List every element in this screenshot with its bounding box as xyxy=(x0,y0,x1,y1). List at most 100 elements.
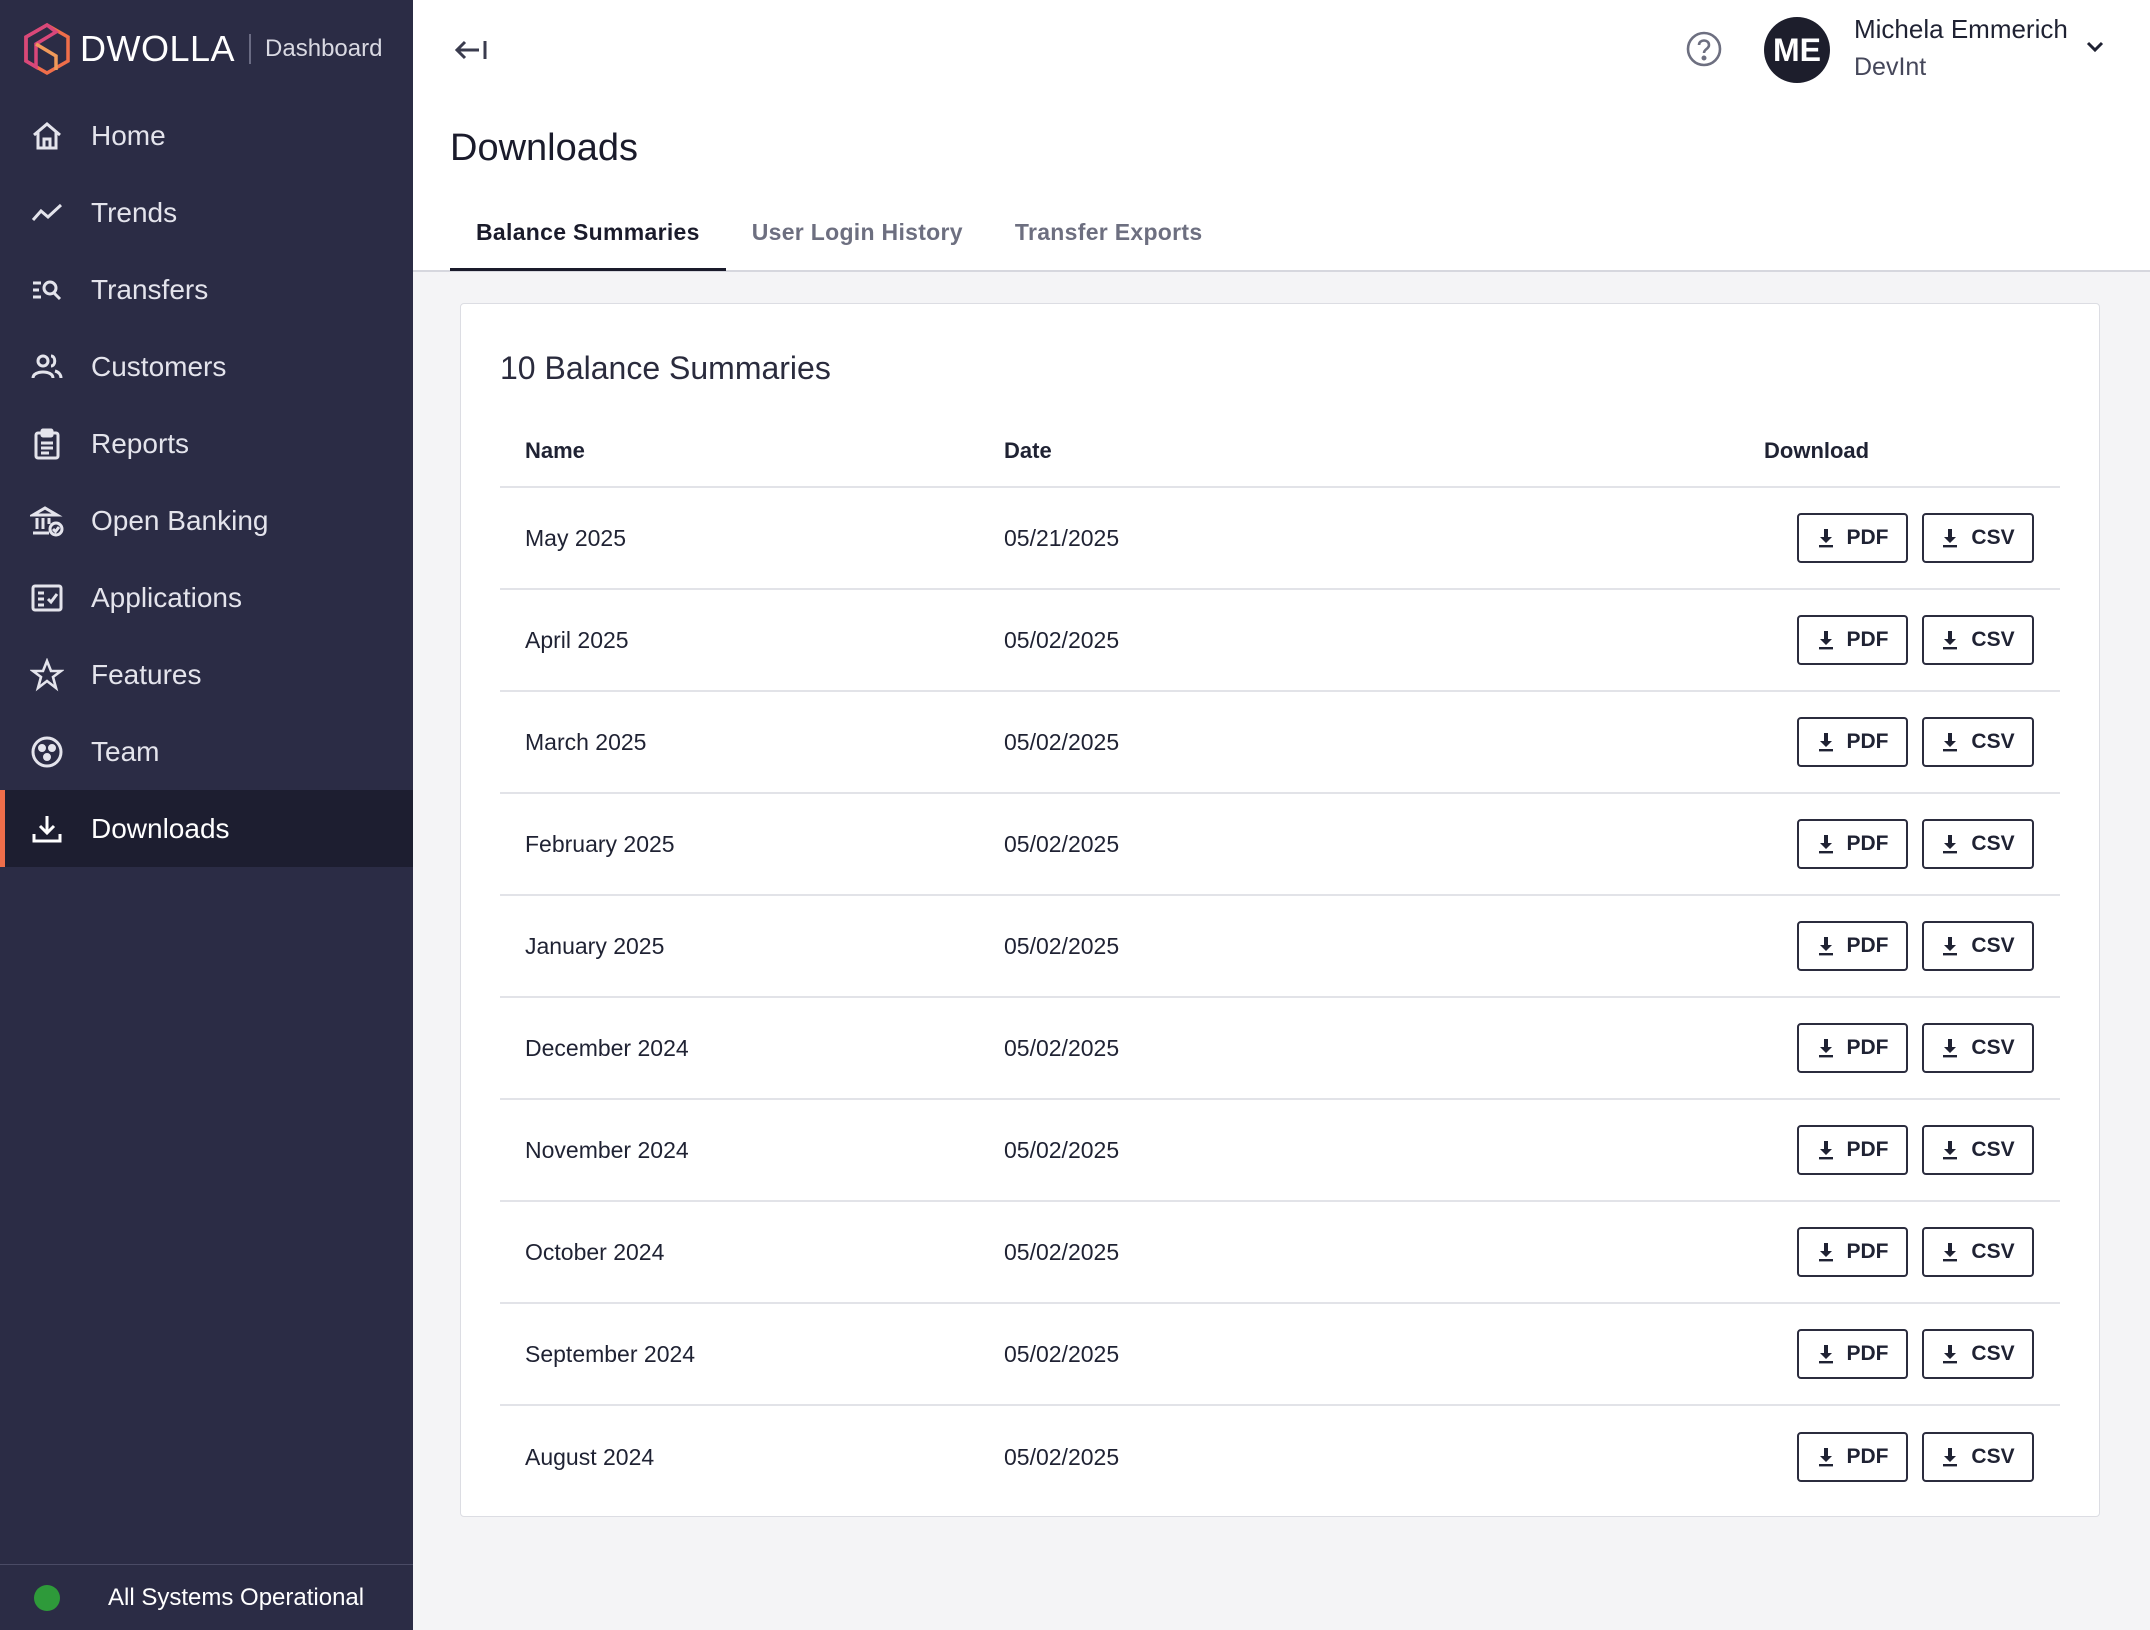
download-pdf-button[interactable]: PDF xyxy=(1797,717,1908,767)
download-csv-button[interactable]: CSV xyxy=(1922,1329,2034,1379)
download-csv-button[interactable]: CSV xyxy=(1922,819,2034,869)
download-csv-button[interactable]: CSV xyxy=(1922,1023,2034,1073)
download-pdf-button[interactable]: PDF xyxy=(1797,921,1908,971)
download-icon xyxy=(1817,936,1847,956)
brand-name: DWOLLA xyxy=(80,28,236,69)
row-date: 05/02/2025 xyxy=(1004,830,1120,857)
pdf-label: PDF xyxy=(1846,1036,1889,1059)
row-download-actions: PDF CSV xyxy=(1764,1023,2060,1073)
sidebar-item-trends[interactable]: Trends xyxy=(0,174,413,251)
download-csv-button[interactable]: CSV xyxy=(1922,1125,2034,1175)
row-name: April 2025 xyxy=(525,626,629,653)
download-pdf-button[interactable]: PDF xyxy=(1797,1023,1908,1073)
pdf-label: PDF xyxy=(1846,832,1889,855)
system-status[interactable]: All Systems Operational xyxy=(0,1564,413,1630)
user-organization[interactable]: DevInt xyxy=(1854,53,1926,82)
row-name: December 2024 xyxy=(525,1034,689,1061)
table-row: May 2025 05/21/2025 PDF CSV xyxy=(500,488,2060,590)
row-download-actions: PDF CSV xyxy=(1764,921,2060,971)
download-pdf-button[interactable]: PDF xyxy=(1797,1432,1908,1482)
download-csv-button[interactable]: CSV xyxy=(1922,921,2034,971)
download-icon xyxy=(1941,528,1971,548)
sidebar-item-label: Home xyxy=(91,119,166,151)
csv-label: CSV xyxy=(1971,1240,2015,1263)
trend-line-icon xyxy=(28,194,66,232)
row-download-actions: PDF CSV xyxy=(1764,1329,2060,1379)
sidebar-item-applications[interactable]: Applications xyxy=(0,559,413,636)
card-title: 10 Balance Summaries xyxy=(500,350,831,386)
column-header-download: Download xyxy=(1764,438,1870,463)
sidebar-item-downloads[interactable]: Downloads xyxy=(0,790,413,867)
page-header: ME Michela Emmerich DevInt Downloads Bal… xyxy=(413,0,2150,272)
row-date: 05/02/2025 xyxy=(1004,626,1120,653)
tab-balance-summaries[interactable]: Balance Summaries xyxy=(450,207,726,271)
row-download-actions: PDF CSV xyxy=(1764,1125,2060,1175)
download-pdf-button[interactable]: PDF xyxy=(1797,513,1908,563)
download-pdf-button[interactable]: PDF xyxy=(1797,1125,1908,1175)
download-pdf-button[interactable]: PDF xyxy=(1797,615,1908,665)
pdf-label: PDF xyxy=(1846,1138,1889,1161)
download-icon xyxy=(1817,1140,1847,1160)
csv-label: CSV xyxy=(1971,730,2015,753)
avatar[interactable]: ME xyxy=(1764,17,1830,83)
collapse-sidebar-button[interactable] xyxy=(449,30,493,70)
row-download-actions: PDF CSV xyxy=(1764,1227,2060,1277)
csv-label: CSV xyxy=(1971,1342,2015,1365)
download-pdf-button[interactable]: PDF xyxy=(1797,819,1908,869)
csv-label: CSV xyxy=(1971,628,2015,651)
sidebar-item-label: Open Banking xyxy=(91,504,269,536)
star-icon xyxy=(28,656,66,694)
sidebar-item-label: Customers xyxy=(91,350,227,382)
sidebar-item-features[interactable]: Features xyxy=(0,636,413,713)
brand-logo[interactable]: DWOLLA Dashboard xyxy=(22,20,382,78)
collapse-arrow-icon xyxy=(454,40,487,60)
sidebar-item-open-banking[interactable]: Open Banking xyxy=(0,482,413,559)
download-icon xyxy=(1817,1038,1847,1058)
pdf-label: PDF xyxy=(1846,1240,1889,1263)
download-csv-button[interactable]: CSV xyxy=(1922,1432,2034,1482)
download-icon xyxy=(1817,1447,1847,1467)
team-circle-icon xyxy=(28,733,66,771)
column-header-name: Name xyxy=(525,438,585,463)
sidebar-nav: Home Trends Transfers Customers Reports xyxy=(0,97,413,867)
download-pdf-button[interactable]: PDF xyxy=(1797,1329,1908,1379)
tab-user-login-history[interactable]: User Login History xyxy=(726,207,989,271)
sidebar-item-transfers[interactable]: Transfers xyxy=(0,251,413,328)
sidebar-item-customers[interactable]: Customers xyxy=(0,328,413,405)
row-name: January 2025 xyxy=(525,932,665,959)
sidebar-item-home[interactable]: Home xyxy=(0,97,413,174)
user-menu-chevron-down-icon[interactable] xyxy=(2085,40,2105,54)
help-circle-icon xyxy=(1686,31,1722,67)
download-icon xyxy=(1941,834,1971,854)
help-button[interactable] xyxy=(1685,30,1723,68)
csv-label: CSV xyxy=(1971,1138,2015,1161)
download-csv-button[interactable]: CSV xyxy=(1922,615,2034,665)
download-csv-button[interactable]: CSV xyxy=(1922,513,2034,563)
sidebar-item-reports[interactable]: Reports xyxy=(0,405,413,482)
download-icon xyxy=(1941,936,1971,956)
row-date: 05/02/2025 xyxy=(1004,1238,1120,1265)
sidebar-item-label: Trends xyxy=(91,196,178,228)
table-header: Name Date Download xyxy=(500,416,2060,488)
sidebar-item-team[interactable]: Team xyxy=(0,713,413,790)
row-name: August 2024 xyxy=(525,1443,655,1470)
download-icon xyxy=(1941,732,1971,752)
sidebar-item-label: Team xyxy=(91,735,160,767)
row-download-actions: PDF CSV xyxy=(1764,717,2060,767)
download-csv-button[interactable]: CSV xyxy=(1922,717,2034,767)
download-pdf-button[interactable]: PDF xyxy=(1797,1227,1908,1277)
download-icon xyxy=(1817,834,1847,854)
column-header-date: Date xyxy=(1004,438,1052,463)
user-name[interactable]: Michela Emmerich xyxy=(1854,14,2068,45)
pdf-label: PDF xyxy=(1846,526,1889,549)
tab-transfer-exports[interactable]: Transfer Exports xyxy=(989,207,1229,271)
table-row: August 2024 05/02/2025 PDF CSV xyxy=(500,1406,2060,1508)
table-row: April 2025 05/02/2025 PDF CSV xyxy=(500,590,2060,692)
download-csv-button[interactable]: CSV xyxy=(1922,1227,2034,1277)
csv-label: CSV xyxy=(1971,526,2015,549)
table-body: May 2025 05/21/2025 PDF CSV April 2025 05/02/… xyxy=(500,488,2060,1508)
row-date: 05/02/2025 xyxy=(1004,728,1120,755)
row-name: September 2024 xyxy=(525,1340,696,1367)
main-content: ME Michela Emmerich DevInt Downloads Bal… xyxy=(413,0,2150,1630)
brand-product: Dashboard xyxy=(265,35,383,62)
